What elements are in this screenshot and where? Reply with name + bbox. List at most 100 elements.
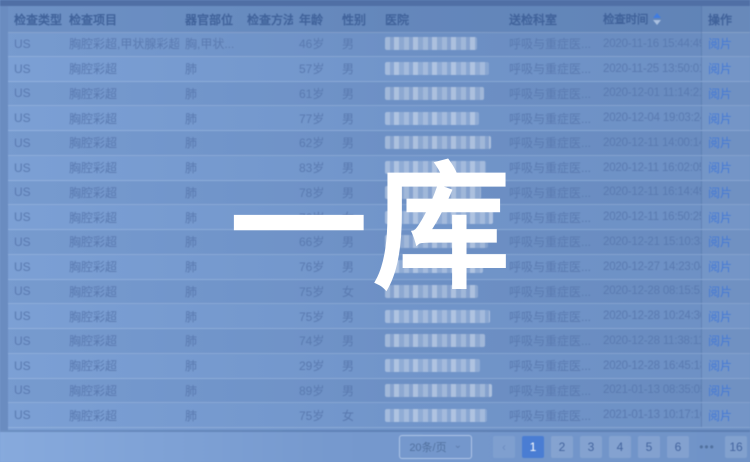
cell-hospital xyxy=(379,403,503,427)
cell-exam-time: 2020-12-11 16:50:25 xyxy=(597,205,701,229)
view-images-link[interactable]: 阅片 xyxy=(708,60,732,77)
cell-action: 阅片 xyxy=(701,82,750,106)
cell-type: US xyxy=(8,181,63,205)
view-images-link[interactable]: 阅片 xyxy=(708,209,732,226)
cell-project: 胸腔彩超 xyxy=(63,106,179,130)
cell-action: 阅片 xyxy=(701,230,750,254)
view-images-link[interactable]: 阅片 xyxy=(708,283,732,300)
cell-age: 46岁 xyxy=(293,32,336,56)
column-header-label: 器官部位 xyxy=(185,11,233,28)
view-images-link[interactable]: 阅片 xyxy=(708,134,732,151)
page-button-6[interactable]: 6 xyxy=(667,436,689,458)
view-images-link[interactable]: 阅片 xyxy=(708,184,732,201)
cell-action: 阅片 xyxy=(701,181,750,205)
cell-action: 阅片 xyxy=(701,32,750,56)
view-images-link[interactable]: 阅片 xyxy=(708,258,732,275)
cell-department: 呼吸与重症医... xyxy=(503,403,597,427)
cell-type: US xyxy=(8,131,63,155)
page-button-5[interactable]: 5 xyxy=(638,436,660,458)
view-images-link[interactable]: 阅片 xyxy=(708,233,732,250)
cell-project: 胸腔彩超 xyxy=(63,255,179,279)
column-header-time[interactable]: 检查时间 xyxy=(597,6,701,32)
pager: ‹ 123456 ••• 16 xyxy=(493,436,747,458)
cell-age: 75岁 xyxy=(293,403,336,427)
cell-gender: 男 xyxy=(336,82,379,106)
cell-age: 61岁 xyxy=(293,82,336,106)
view-images-link[interactable]: 阅片 xyxy=(708,85,732,102)
cell-age: 57岁 xyxy=(293,57,336,81)
cell-exam-time: 2020-12-28 11:38:11 xyxy=(597,329,701,353)
cell-project: 胸腔彩超 xyxy=(63,280,179,304)
cell-exam-time: 2020-12-28 10:24:30 xyxy=(597,304,701,328)
pagination-bar: 20条/页 ⌄ ‹ 123456 ••• 16 xyxy=(0,430,750,462)
table-row: US胸腔彩超肺29岁男呼吸与重症医...2020-12-28 16:45:18阅… xyxy=(8,354,750,379)
view-images-link[interactable]: 阅片 xyxy=(708,407,732,424)
page-button-2[interactable]: 2 xyxy=(551,436,573,458)
cell-action: 阅片 xyxy=(701,304,750,328)
cell-hospital xyxy=(379,354,503,378)
cell-gender: 男 xyxy=(336,304,379,328)
view-images-link[interactable]: 阅片 xyxy=(708,110,732,127)
hospital-redacted-blur xyxy=(385,87,484,100)
page-button-16[interactable]: 16 xyxy=(725,436,747,458)
view-images-link[interactable]: 阅片 xyxy=(708,35,732,52)
cell-method xyxy=(241,32,293,56)
column-header-label: 性别 xyxy=(342,11,366,28)
cell-type: US xyxy=(8,156,63,180)
cell-type: US xyxy=(8,304,63,328)
cell-exam-time: 2020-12-01 11:14:21 xyxy=(597,82,701,106)
cell-gender: 女 xyxy=(336,403,379,427)
sort-desc-caret-icon xyxy=(653,20,661,25)
column-header-department: 送检科室 xyxy=(503,6,597,32)
hospital-redacted-blur xyxy=(385,409,487,422)
page-button-1[interactable]: 1 xyxy=(522,436,544,458)
cell-part: 肺 xyxy=(179,82,241,106)
prev-page-button[interactable]: ‹ xyxy=(493,436,515,458)
cell-gender: 男 xyxy=(336,57,379,81)
cell-department: 呼吸与重症医... xyxy=(503,205,597,229)
cell-exam-time: 2020-12-04 19:03:24 xyxy=(597,106,701,130)
cell-type: US xyxy=(8,106,63,130)
sort-asc-caret-icon xyxy=(653,13,661,18)
cell-exam-time: 2020-11-16 15:44:49 xyxy=(597,32,701,56)
cell-exam-time: 2020-12-28 08:15:51 xyxy=(597,280,701,304)
table-row: US胸腔彩超肺75岁男呼吸与重症医...2020-12-28 10:24:30阅… xyxy=(8,304,750,329)
column-header-hospital: 医院 xyxy=(379,6,503,32)
page-ellipsis[interactable]: ••• xyxy=(696,436,718,458)
page-size-select[interactable]: 20条/页 ⌄ xyxy=(399,435,472,459)
cell-department: 呼吸与重症医... xyxy=(503,181,597,205)
page-button-3[interactable]: 3 xyxy=(580,436,602,458)
cell-gender: 男 xyxy=(336,354,379,378)
view-images-link[interactable]: 阅片 xyxy=(708,159,732,176)
cell-exam-time: 2020-12-11 16:02:05 xyxy=(597,156,701,180)
cell-department: 呼吸与重症医... xyxy=(503,354,597,378)
cell-gender: 男 xyxy=(336,32,379,56)
column-header-type: 检查类型 xyxy=(8,6,63,32)
cell-hospital xyxy=(379,106,503,130)
cell-method xyxy=(241,354,293,378)
cell-hospital xyxy=(379,379,503,403)
cell-action: 阅片 xyxy=(701,156,750,180)
view-images-link[interactable]: 阅片 xyxy=(708,308,732,325)
column-header-label: 操作 xyxy=(708,11,732,28)
cell-age: 62岁 xyxy=(293,131,336,155)
cell-gender: 男 xyxy=(336,106,379,130)
cell-method xyxy=(241,304,293,328)
table-header-row: 检查类型检查项目器官部位检查方法年龄性别医院送检科室检查时间操作 xyxy=(8,6,750,33)
table-row: US胸腔彩超肺77岁男呼吸与重症医...2020-12-04 19:03:24阅… xyxy=(8,106,750,131)
cell-part: 肺 xyxy=(179,329,241,353)
view-images-link[interactable]: 阅片 xyxy=(708,357,732,374)
hospital-redacted-blur xyxy=(385,359,480,372)
column-header-label: 送检科室 xyxy=(509,11,557,28)
cell-hospital xyxy=(379,57,503,81)
view-images-link[interactable]: 阅片 xyxy=(708,332,732,349)
page-size-value: 20条/页 xyxy=(409,439,446,455)
view-images-link[interactable]: 阅片 xyxy=(708,382,732,399)
cell-part: 肺 xyxy=(179,131,241,155)
cell-department: 呼吸与重症医... xyxy=(503,82,597,106)
page-button-4[interactable]: 4 xyxy=(609,436,631,458)
cell-age: 75岁 xyxy=(293,304,336,328)
cell-project: 胸腔彩超 xyxy=(63,205,179,229)
cell-part: 胸,甲状... xyxy=(179,32,241,56)
cell-action: 阅片 xyxy=(701,57,750,81)
